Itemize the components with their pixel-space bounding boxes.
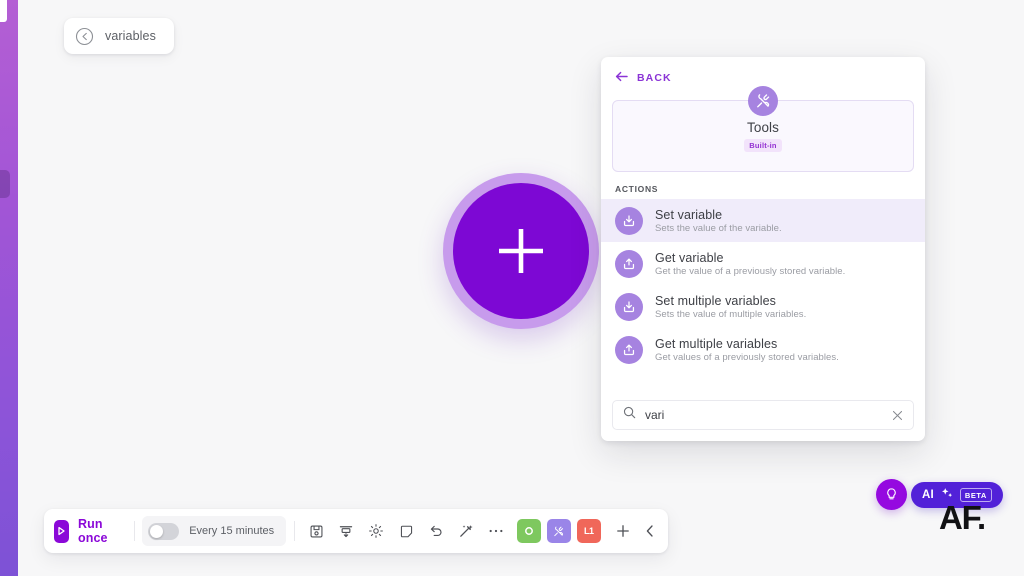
tools-chip[interactable] [546,519,571,543]
get-variable-icon [615,335,643,364]
record-chip[interactable] [516,519,541,543]
app-root: variables BACK Tools Built-in ACTIONS Se… [0,0,1024,576]
panel-search-container [601,400,925,441]
panel-back-label: BACK [637,72,672,84]
schedule-switch-knob [150,524,164,538]
action-name: Get variable [655,250,724,265]
rail-collapse-handle[interactable] [0,170,10,198]
action-description: Get the value of a previously stored var… [655,265,846,277]
left-rail [0,0,18,576]
collapse-toolbar-button[interactable] [641,518,658,545]
toolbar-icon-group [303,518,510,545]
watermark: AF. [939,499,986,536]
more-options-icon[interactable] [483,518,510,545]
piece-title: Tools [746,120,779,135]
chevron-left-icon [646,525,653,537]
piece-badge: Built-in [744,139,782,152]
actions-section-label: ACTIONS [615,184,659,194]
circle-icon [524,527,533,535]
play-icon [54,519,69,543]
lightbulb-icon [887,488,896,500]
action-name: Set multiple variables [655,293,777,308]
back-circle-icon[interactable] [75,27,94,46]
actions-list: Set variable Sets the value of the varia… [601,199,925,400]
panel-search-box[interactable] [612,400,914,430]
arrow-left-icon [615,69,628,87]
tips-button[interactable] [876,479,907,510]
run-once-button[interactable]: Run once [54,517,126,545]
code-chip[interactable]: L1 [576,519,601,543]
action-item-get-variable[interactable]: Get variable Get the value of a previous… [601,242,925,285]
search-input[interactable] [645,408,883,422]
settings-gear-icon[interactable] [363,518,390,545]
ai-label: AI [922,489,934,501]
bottom-toolbar: Run once Every 15 minutes L1 [44,509,668,553]
toolbar-divider [294,521,295,541]
action-description: Sets the value of the variable. [655,222,782,234]
run-once-label: Run once [77,517,108,545]
tools-icon [748,86,778,116]
action-item-set-variable[interactable]: Set variable Sets the value of the varia… [601,199,925,242]
import-export-icon[interactable] [333,518,360,545]
action-text: Set variable Sets the value of the varia… [655,208,782,234]
tools-icon [554,526,564,536]
schedule-switch[interactable] [148,522,180,540]
action-item-set-multiple-variables[interactable]: Set multiple variables Sets the value of… [601,285,925,328]
save-icon[interactable] [303,518,330,545]
note-icon[interactable] [393,518,420,545]
breadcrumb[interactable]: variables [64,18,174,54]
toolbar-chip-group: L1 [516,519,601,543]
piece-actions-panel: BACK Tools Built-in ACTIONS Set variable… [601,57,925,441]
close-icon[interactable] [892,410,903,421]
action-description: Sets the value of multiple variables. [655,308,807,320]
set-variable-icon [615,292,643,321]
get-variable-icon [615,249,643,278]
add-step-core[interactable] [453,183,589,319]
schedule-toggle[interactable]: Every 15 minutes [142,516,287,546]
undo-icon[interactable] [423,518,450,545]
set-variable-icon [615,206,643,235]
piece-header-card[interactable]: Tools Built-in [612,86,914,172]
toolbar-divider [133,521,135,541]
breadcrumb-label: variables [105,29,156,43]
action-name: Get multiple variables [655,336,778,351]
action-description: Get values of a previously stored variab… [655,351,839,363]
action-item-get-multiple-variables[interactable]: Get multiple variables Get values of a p… [601,328,925,371]
action-text: Get multiple variables Get values of a p… [655,337,839,363]
rail-top-notch [0,0,7,22]
plus-icon [617,525,629,537]
action-name: Set variable [655,207,723,222]
action-text: Set multiple variables Sets the value of… [655,294,806,320]
add-node-button[interactable] [615,518,632,545]
action-text: Get variable Get the value of a previous… [655,251,845,277]
add-step-button[interactable] [443,173,599,329]
code-chip-label: L1 [584,526,594,536]
magic-wand-icon[interactable] [453,518,480,545]
schedule-label: Every 15 minutes [189,525,275,537]
plus-icon [490,220,552,282]
search-icon [623,406,636,424]
